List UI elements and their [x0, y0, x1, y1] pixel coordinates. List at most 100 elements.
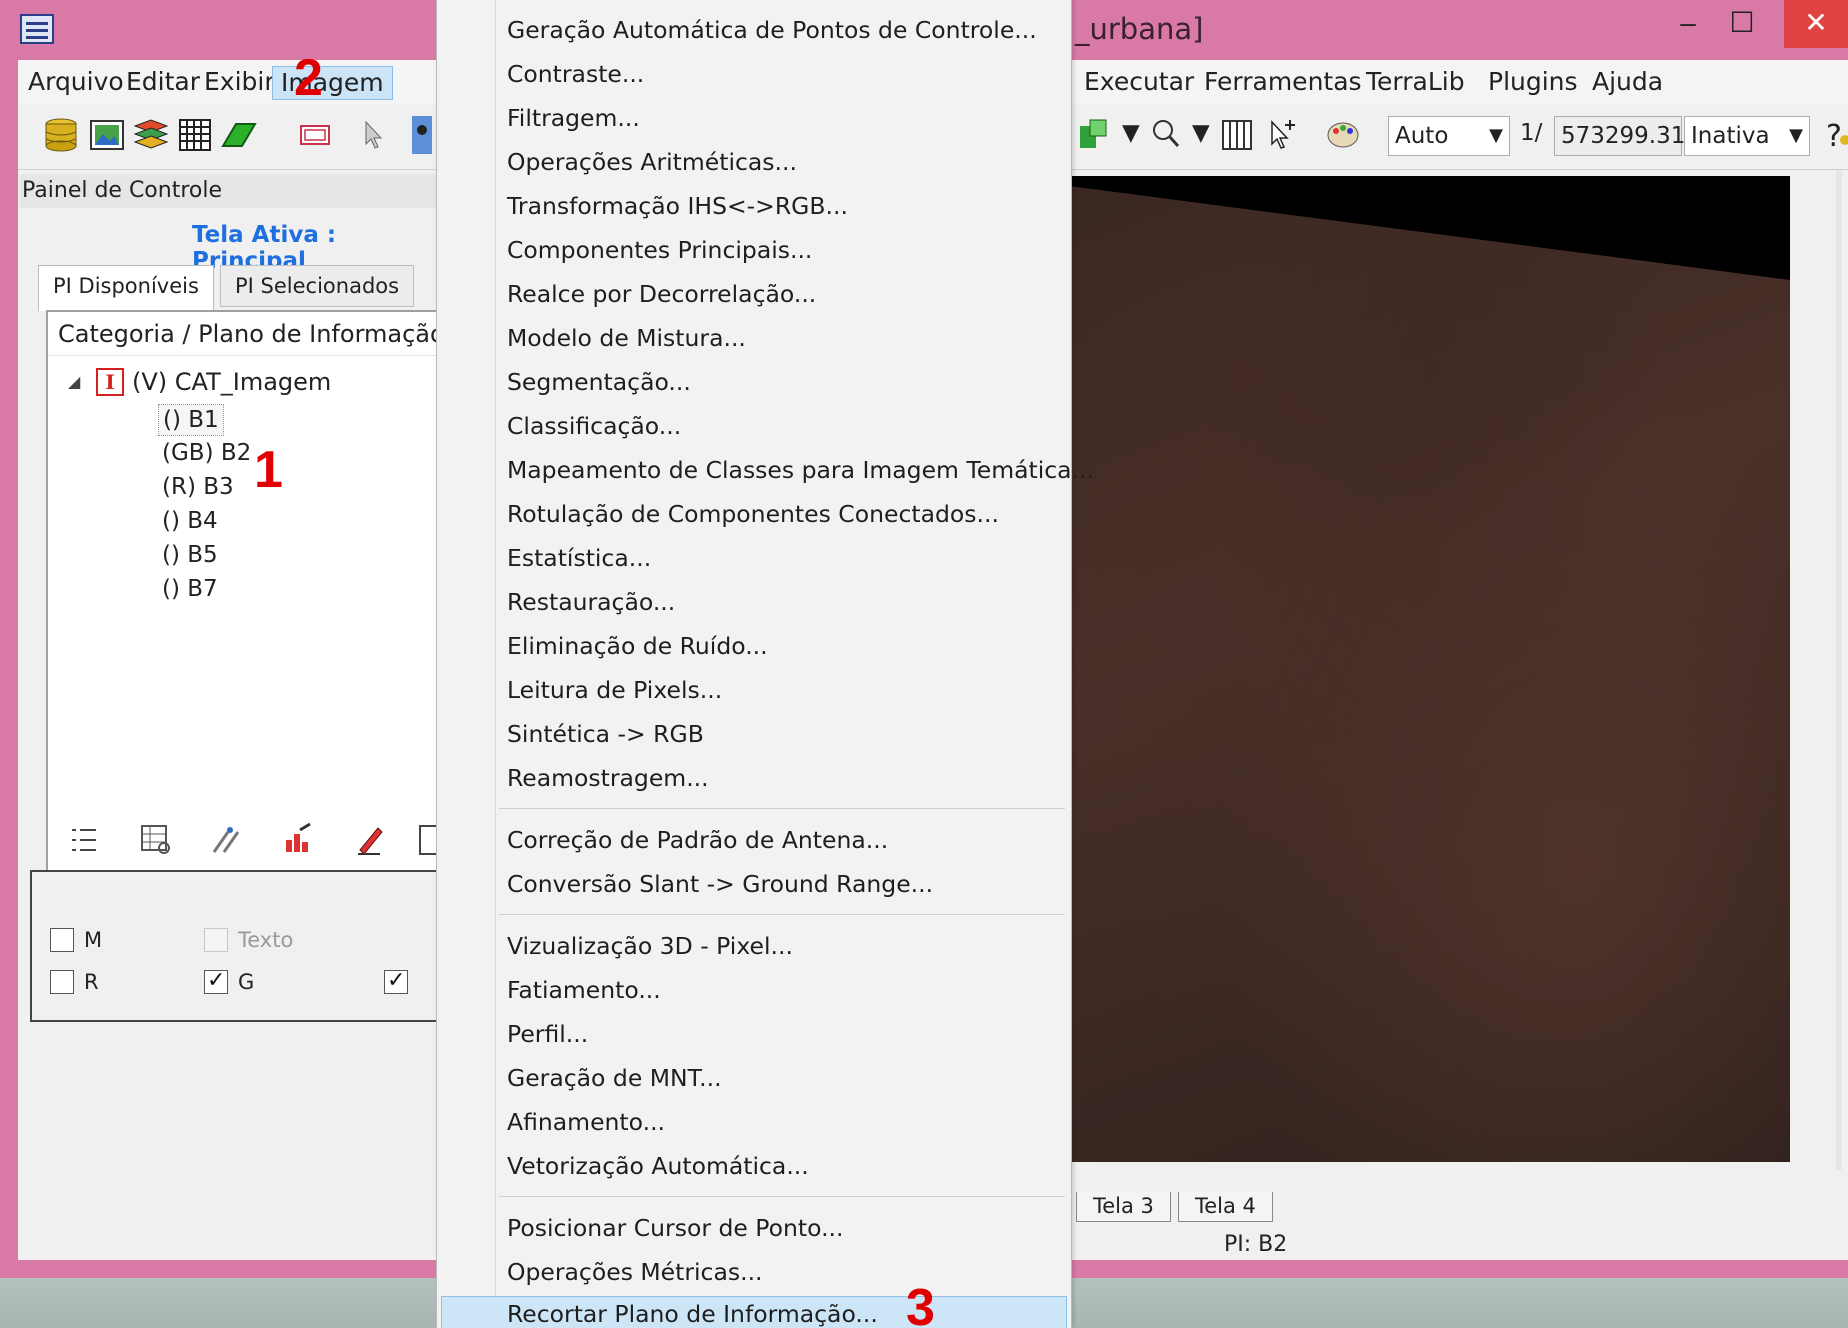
- menu-item-segmentacao[interactable]: Segmentação...: [507, 362, 691, 402]
- polygon-icon[interactable]: [220, 116, 258, 154]
- green-map-icon[interactable]: [1076, 116, 1114, 154]
- menu-item-leitura-pixels[interactable]: Leitura de Pixels...: [507, 670, 722, 710]
- menu-item-mapeamento-classes[interactable]: Mapeamento de Classes para Imagem Temáti…: [507, 450, 1094, 490]
- cursor-add-icon[interactable]: [1264, 116, 1302, 154]
- vertical-grid-icon[interactable]: [1218, 116, 1256, 154]
- checkbox-r[interactable]: [50, 970, 74, 994]
- state-select[interactable]: Inativa ▼: [1684, 116, 1810, 156]
- collapse-arrow-icon[interactable]: ◢: [68, 372, 80, 392]
- grid-icon[interactable]: [176, 116, 214, 154]
- menu-item-classificacao[interactable]: Classificação...: [507, 406, 681, 446]
- menu-item-sintetica-rgb[interactable]: Sintética -> RGB: [507, 714, 704, 754]
- tree-item-b5[interactable]: () B5: [158, 540, 222, 572]
- menu-item-recortar-pi[interactable]: Recortar Plano de Informação...: [507, 1294, 878, 1328]
- chart-edit-icon[interactable]: [280, 822, 316, 858]
- svg-text:?: ?: [1826, 119, 1842, 154]
- frame-icon[interactable]: [296, 116, 334, 154]
- menu-terralib[interactable]: TerraLib: [1358, 66, 1473, 100]
- tree-item-b4[interactable]: () B4: [158, 506, 222, 538]
- menu-arquivo[interactable]: Arquivo: [20, 66, 132, 100]
- map-scrollbar[interactable]: [1836, 170, 1842, 1170]
- minimize-button[interactable]: –: [1660, 0, 1716, 48]
- menu-item-vetorizacao[interactable]: Vetorização Automática...: [507, 1146, 809, 1186]
- menu-item-reamostragem[interactable]: Reamostragem...: [507, 758, 709, 798]
- menu-item-filtragem[interactable]: Filtragem...: [507, 98, 640, 138]
- state-value: Inativa: [1691, 123, 1770, 149]
- menu-item-geracao-mnt[interactable]: Geração de MNT...: [507, 1058, 722, 1098]
- control-panel: Painel de Controle Tela Ativa : Principa…: [18, 170, 450, 1260]
- menu-item-conversao-slant[interactable]: Conversão Slant -> Ground Range...: [507, 864, 933, 904]
- menu-item-componentes-principais[interactable]: Componentes Principais...: [507, 230, 812, 270]
- tree-item-b7[interactable]: () B7: [158, 574, 222, 606]
- legend-icon[interactable]: [418, 822, 438, 858]
- menu-item-operacoes-metricas[interactable]: Operações Métricas...: [507, 1252, 763, 1292]
- menu-item-restauracao[interactable]: Restauração...: [507, 582, 675, 622]
- annotation-1: 1: [254, 441, 283, 499]
- pointer-icon[interactable]: [354, 116, 392, 154]
- layer-options-box: M Texto R G: [30, 870, 450, 1022]
- menu-item-posicionar-cursor[interactable]: Posicionar Cursor de Ponto...: [507, 1208, 844, 1248]
- database-icon[interactable]: [42, 116, 80, 154]
- edit-tools-icon[interactable]: [208, 822, 244, 858]
- tab-tela-4[interactable]: Tela 4: [1178, 1192, 1273, 1222]
- imagem-dropdown-menu: Geração Automática de Pontos de Controle…: [436, 0, 1094, 1328]
- checkbox-m[interactable]: [50, 928, 74, 952]
- menu-ferramentas[interactable]: Ferramentas: [1196, 66, 1370, 100]
- pencil-icon[interactable]: [352, 822, 388, 858]
- menu-item-contraste[interactable]: Contraste...: [507, 54, 644, 94]
- list-icon[interactable]: [66, 822, 102, 858]
- annotation-2: 2: [294, 49, 323, 107]
- tree-item-b1[interactable]: () B1: [158, 404, 224, 436]
- menu-item-operacoes-aritmeticas[interactable]: Operações Aritméticas...: [507, 142, 797, 182]
- table-zoom-icon[interactable]: [138, 822, 174, 858]
- menu-item-ihs-rgb[interactable]: Transformação IHS<->RGB...: [507, 186, 848, 226]
- annotation-3: 3: [906, 1279, 935, 1328]
- palette-icon[interactable]: [1324, 116, 1362, 154]
- help-icon[interactable]: ?: [1818, 116, 1848, 154]
- tab-pi-selecionados[interactable]: PI Selecionados: [220, 265, 415, 307]
- menu-exibir[interactable]: Exibir: [196, 66, 283, 100]
- checkbox-g[interactable]: [204, 967, 228, 994]
- menu-separator: [499, 914, 1065, 915]
- menu-item-geracao-pontos[interactable]: Geração Automática de Pontos de Controle…: [507, 10, 1037, 50]
- menu-ajuda[interactable]: Ajuda: [1584, 66, 1671, 100]
- maximize-button[interactable]: ☐: [1714, 0, 1770, 48]
- tree-column-header: Categoria / Plano de Informação: [48, 312, 446, 356]
- dropdown-arrow-2-icon[interactable]: ▼: [1192, 120, 1210, 146]
- menu-editar[interactable]: Editar: [118, 66, 208, 100]
- zoom-mode-select[interactable]: Auto ▼: [1388, 116, 1510, 156]
- close-button[interactable]: ✕: [1784, 0, 1848, 48]
- menu-item-rotulacao[interactable]: Rotulação de Componentes Conectados...: [507, 494, 999, 534]
- menu-item-perfil[interactable]: Perfil...: [507, 1014, 588, 1054]
- tree-item-b3[interactable]: (R) B3: [158, 472, 238, 504]
- menu-plugins[interactable]: Plugins: [1480, 66, 1586, 100]
- menu-item-realce-decorrelacao[interactable]: Realce por Decorrelação...: [507, 274, 816, 314]
- menu-item-fatiamento[interactable]: Fatiamento...: [507, 970, 661, 1010]
- tab-pi-disponiveis[interactable]: PI Disponíveis: [38, 265, 214, 311]
- map-canvas[interactable]: [1072, 176, 1790, 1162]
- tree-item-b2[interactable]: (GB) B2: [158, 438, 255, 470]
- checkbox-b[interactable]: [384, 967, 408, 994]
- checkbox-g-label: G: [238, 970, 255, 994]
- tree-root-label: (V) CAT_Imagem: [132, 368, 332, 396]
- checkbox-texto: [204, 928, 228, 952]
- menu-executar[interactable]: Executar: [1076, 66, 1202, 100]
- layers-icon[interactable]: [132, 116, 170, 154]
- menu-item-correcao-antena[interactable]: Correção de Padrão de Antena...: [507, 820, 888, 860]
- menu-item-eliminacao-ruido[interactable]: Eliminação de Ruído...: [507, 626, 768, 666]
- dropdown-arrow-1-icon[interactable]: ▼: [1122, 120, 1140, 146]
- menu-separator: [499, 808, 1065, 809]
- checkbox-r-label: R: [84, 970, 99, 994]
- menu-item-estatistica[interactable]: Estatística...: [507, 538, 651, 578]
- menu-item-modelo-mistura[interactable]: Modelo de Mistura...: [507, 318, 746, 358]
- zoom-icon[interactable]: [1148, 116, 1186, 154]
- tab-tela-3[interactable]: Tela 3: [1076, 1192, 1171, 1222]
- menu-imagem[interactable]: Imagem: [272, 66, 393, 100]
- image-category-icon: I: [96, 368, 124, 396]
- checkbox-m-label: M: [84, 928, 103, 952]
- menu-item-afinamento[interactable]: Afinamento...: [507, 1102, 665, 1142]
- menu-item-visualizacao-3d[interactable]: Vizualização 3D - Pixel...: [507, 926, 793, 966]
- app-logo-icon: [20, 14, 54, 44]
- scale-input[interactable]: 573299.316: [1554, 116, 1700, 156]
- image-icon[interactable]: [88, 116, 126, 154]
